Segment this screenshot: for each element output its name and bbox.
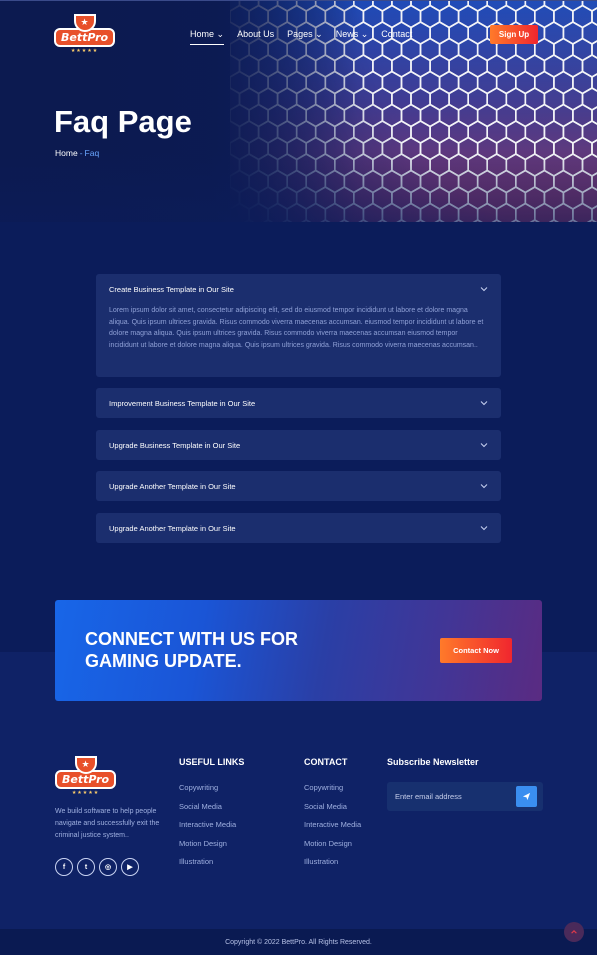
chevron-down-icon [480,484,488,489]
faq-question: Create Business Template in Our Site [109,285,234,294]
footer-link[interactable]: Illustration [304,857,361,876]
footer-link[interactable]: Motion Design [304,839,361,858]
breadcrumb-separator: - [79,148,83,158]
faq-item[interactable]: Improvement Business Template in Our Sit… [96,388,501,418]
nav-item-contact[interactable]: Contact [381,29,412,40]
page-title: Faq Page [54,104,192,139]
nav-item-pages[interactable]: Pages ⌄ [287,29,323,40]
nav-item-home[interactable]: Home ⌄ [190,29,225,45]
footer-link[interactable]: Copywriting [304,783,361,802]
chevron-down-icon: ⌄ [360,29,369,39]
contact-links-list: Copywriting Social Media Interactive Med… [304,783,361,876]
useful-links-title: USEFUL LINKS [179,757,245,767]
chevron-down-icon [480,401,488,406]
faq-answer: Lorem ipsum dolor sit amet, consectetur … [109,307,484,349]
footer-link[interactable]: Social Media [179,802,236,821]
breadcrumb-current: Faq [84,148,100,158]
breadcrumb-home[interactable]: Home [55,148,78,158]
trophy-icon: ★ [74,756,97,774]
copyright-text: Copyright © 2022 BettPro. All Rights Res… [225,938,372,946]
footer-link[interactable]: Social Media [304,802,361,821]
send-button[interactable] [516,786,537,807]
footer-about-text: We build software to help people navigat… [55,808,160,839]
useful-links-list: Copywriting Social Media Interactive Med… [179,783,236,876]
faq-item[interactable]: Upgrade Another Template in Our Site [96,471,501,501]
youtube-icon[interactable]: ▶ [121,858,139,876]
cta-title: CONNECT WITH US FOR GAMING UPDATE. [85,629,298,671]
twitter-icon[interactable]: t [77,858,95,876]
footer-logo[interactable]: ★ BettPro ★★★★★ [55,756,117,796]
faq-question: Upgrade Another Template in Our Site [109,524,236,533]
scroll-to-top-button[interactable] [564,922,584,942]
faq-item[interactable]: Create Business Template in Our Site Lor… [96,274,501,377]
chevron-down-icon [480,526,488,531]
chevron-down-icon: ⌄ [216,29,225,39]
faq-question: Upgrade Another Template in Our Site [109,482,236,491]
contact-title: CONTACT [304,757,348,767]
paper-plane-icon [522,792,531,801]
main-navigation: Home ⌄ About Us Pages ⌄ News ⌄ Contact [190,29,412,45]
faq-question: Improvement Business Template in Our Sit… [109,399,256,408]
newsletter-title: Subscribe Newsletter [387,757,479,767]
footer-link[interactable]: Interactive Media [179,820,236,839]
contact-now-button[interactable]: Contact Now [440,638,512,663]
trophy-icon: ★ [73,14,96,32]
social-links: f t ◎ ▶ [55,858,139,876]
footer-link[interactable]: Interactive Media [304,820,361,839]
instagram-icon[interactable]: ◎ [99,858,117,876]
facebook-icon[interactable]: f [55,858,73,876]
breadcrumb: Home - Faq [55,148,99,158]
newsletter-email-input[interactable] [395,787,513,806]
chevron-down-icon [480,287,488,292]
nav-item-news[interactable]: News ⌄ [336,29,369,40]
faq-question: Upgrade Business Template in Our Site [109,441,241,450]
faq-item[interactable]: Upgrade Another Template in Our Site [96,513,501,543]
chevron-down-icon [480,443,488,448]
footer-link[interactable]: Motion Design [179,839,236,858]
newsletter-form [387,782,543,811]
footer-link[interactable]: Illustration [179,857,236,876]
site-logo[interactable]: ★ BettPro ★★★★★ [54,14,116,54]
footer-link[interactable]: Copywriting [179,783,236,802]
cta-banner: CONNECT WITH US FOR GAMING UPDATE. Conta… [55,600,542,701]
chevron-up-icon [571,930,577,934]
chevron-down-icon: ⌄ [315,29,323,39]
faq-item[interactable]: Upgrade Business Template in Our Site [96,430,501,460]
copyright-bar: Copyright © 2022 BettPro. All Rights Res… [0,929,597,955]
signup-button[interactable]: Sign Up [490,25,538,44]
nav-item-about[interactable]: About Us [237,29,274,40]
